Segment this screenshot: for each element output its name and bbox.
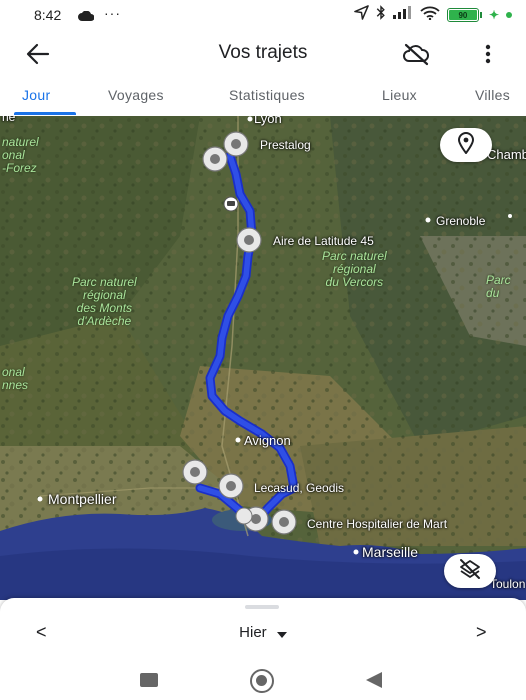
wifi-icon <box>420 6 440 25</box>
sheet-drag-handle[interactable] <box>245 605 279 609</box>
nav-back-icon[interactable] <box>366 672 382 688</box>
cloud-icon <box>78 8 95 26</box>
next-day-button[interactable]: > <box>476 622 487 643</box>
battery-level: 90 <box>448 10 477 20</box>
dropdown-arrow-icon <box>276 625 287 642</box>
tab-voyages[interactable]: Voyages <box>108 87 164 103</box>
tab-villes[interactable]: Villes <box>475 87 510 103</box>
app-bar: Vos trajets <box>0 30 526 78</box>
park-label-ardeche: Parc naturel régional des Monts d'Ardèche <box>72 275 137 328</box>
status-more-dots: ··· <box>104 5 121 21</box>
park-label-vercors: Parc naturel régional du Vercors <box>322 249 387 289</box>
place-label-lecasud: Lecasud, Geodis <box>254 481 345 495</box>
hide-map-layer-button[interactable] <box>444 554 496 588</box>
city-label-grenoble: Grenoble <box>436 214 486 228</box>
map-view[interactable]: ne Lyon Prestalog Chamb Grenoble Aire de… <box>0 116 526 600</box>
locate-place-button[interactable] <box>440 128 492 162</box>
city-label-chambery: Chamb <box>487 147 526 162</box>
more-vert-icon[interactable] <box>478 41 498 67</box>
timeline-screen: 8:42 ··· 90 ✦ Vos trajets Jour Voyages S… <box>0 0 526 700</box>
city-label-toulon: Toulon <box>490 577 526 591</box>
tab-bar: Jour Voyages Statistiques Lieux Villes <box>0 78 526 116</box>
city-label-avignon: Avignon <box>244 433 291 448</box>
home-icon[interactable] <box>250 669 274 693</box>
bluetooth-icon <box>376 5 386 25</box>
satellite-map <box>0 116 526 600</box>
location-arrow-icon <box>354 5 369 25</box>
status-bar: 8:42 ··· 90 ✦ <box>0 0 526 30</box>
privacy-dot-icon <box>506 12 512 18</box>
place-pin-icon <box>457 131 475 159</box>
layers-off-icon <box>458 558 482 585</box>
date-selector[interactable]: Hier <box>0 624 526 642</box>
city-label-marseille: Marseille <box>362 544 419 560</box>
recent-apps-icon[interactable] <box>140 673 158 687</box>
park-label-forez: naturel onal -Forez <box>2 135 39 175</box>
status-icons: 90 ✦ <box>354 5 512 25</box>
place-label-prestalog: Prestalog <box>260 138 311 152</box>
place-label-hospital: Centre Hospitalier de Mart <box>307 517 448 531</box>
tab-jour[interactable]: Jour <box>22 87 50 103</box>
tab-lieux[interactable]: Lieux <box>382 87 417 103</box>
charging-icon: ✦ <box>488 8 499 22</box>
battery-icon: 90 <box>446 8 482 22</box>
tab-indicator <box>14 112 76 115</box>
map-fragment-label: ne <box>2 116 16 124</box>
city-label-montpellier: Montpellier <box>48 491 117 507</box>
system-nav-bar <box>0 658 526 700</box>
park-label-cevennes: onal nnes <box>2 365 29 392</box>
tab-statistiques[interactable]: Statistiques <box>229 87 305 103</box>
date-label: Hier <box>239 624 267 641</box>
signal-icon <box>392 6 413 24</box>
place-label-aire: Aire de Latitude 45 <box>273 234 374 248</box>
city-label-lyon: Lyon <box>254 116 282 126</box>
status-time: 8:42 <box>34 7 62 23</box>
park-label-chartreuse: Parc du <box>486 273 511 300</box>
page-title: Vos trajets <box>218 42 308 63</box>
date-bottom-sheet: < Hier > <box>0 598 526 658</box>
cloud-off-icon[interactable] <box>400 41 432 67</box>
